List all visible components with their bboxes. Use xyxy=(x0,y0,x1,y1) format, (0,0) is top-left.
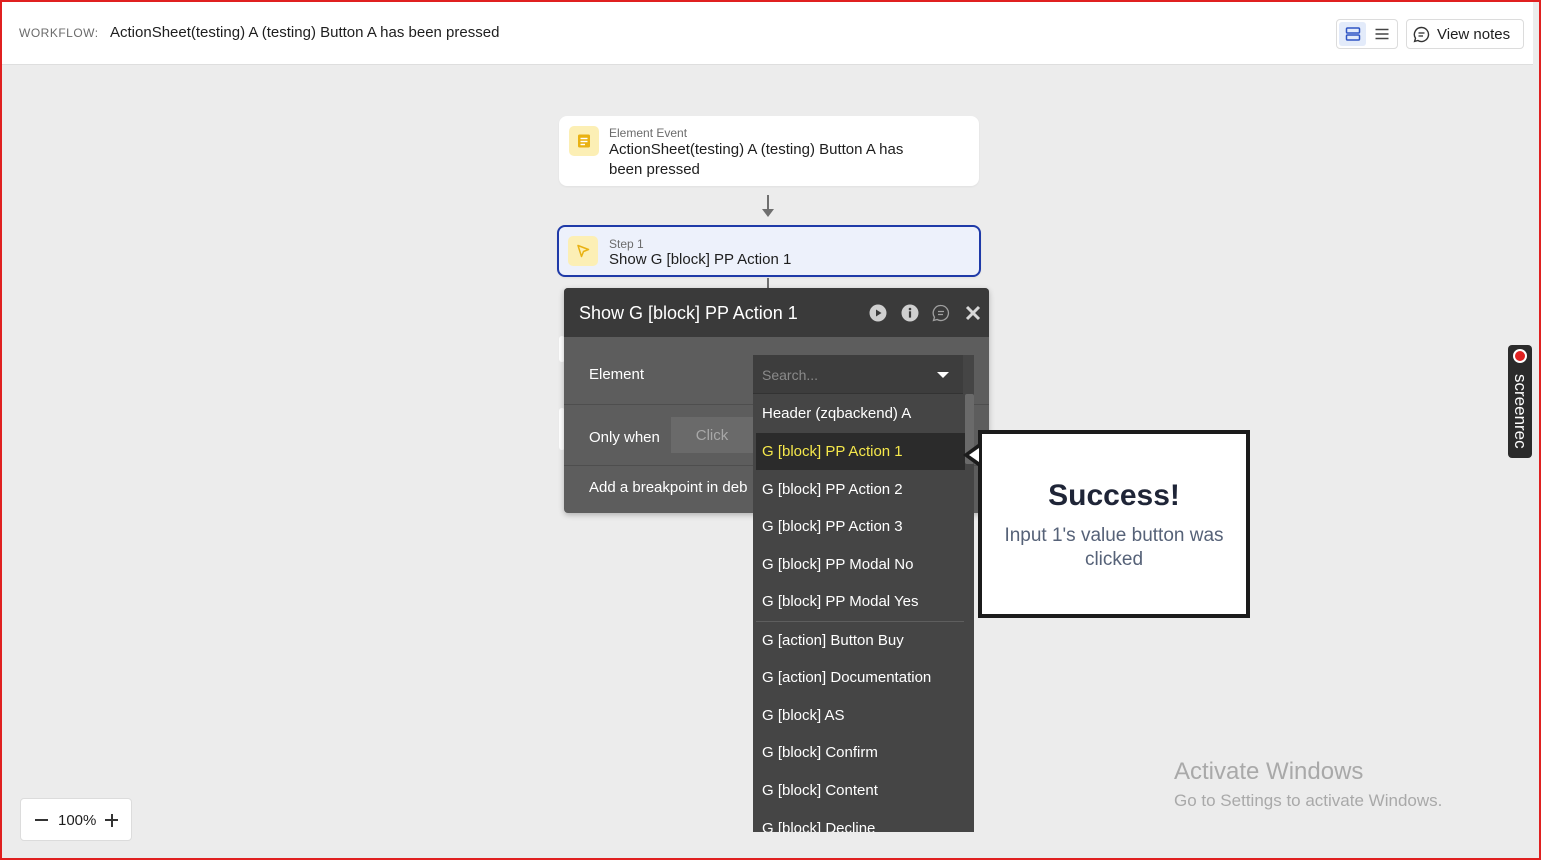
element-dropdown: Search... Header (zqbackend) A G [block]… xyxy=(753,355,974,832)
dropdown-item-selected[interactable]: G [block] PP Action 1 xyxy=(756,433,965,470)
event-card[interactable]: Element Event ActionSheet(testing) A (te… xyxy=(559,116,979,186)
card-view-icon xyxy=(1345,27,1360,41)
dropdown-item[interactable]: G [block] PP Modal Yes xyxy=(753,583,965,620)
screenrec-widget[interactable]: screenrec xyxy=(1508,345,1532,458)
view-notes-button[interactable]: View notes xyxy=(1406,19,1524,49)
cursor-icon xyxy=(577,244,590,258)
list-view-button[interactable] xyxy=(1368,22,1395,46)
document-icon xyxy=(578,134,590,148)
zoom-level: 100% xyxy=(58,812,97,829)
step-icon-box xyxy=(568,236,598,266)
event-kicker: Element Event xyxy=(609,126,688,140)
zoom-in-icon[interactable] xyxy=(110,813,113,827)
dropdown-item[interactable]: G [block] PP Action 2 xyxy=(753,471,965,508)
breakpoint-label: Add a breakpoint in deb xyxy=(589,479,748,496)
dropdown-item[interactable]: Header (zqbackend) A xyxy=(753,395,965,432)
flow-arrow-head xyxy=(762,209,774,217)
info-icon[interactable] xyxy=(901,304,919,322)
event-icon-box xyxy=(569,126,599,156)
view-toggle xyxy=(1336,19,1398,49)
step-kicker: Step 1 xyxy=(609,237,644,251)
screenrec-label: screenrec xyxy=(1511,373,1530,449)
dropdown-item[interactable]: G [block] Confirm xyxy=(753,734,965,771)
dropdown-item[interactable]: G [block] PP Modal No xyxy=(753,546,965,583)
event-title: ActionSheet(testing) A (testing) Button … xyxy=(609,141,904,178)
panel-title: Show G [block] PP Action 1 xyxy=(579,303,798,323)
comment-icon[interactable] xyxy=(932,304,950,322)
chevron-down-icon[interactable] xyxy=(937,372,949,378)
panel-header: Show G [block] PP Action 1 xyxy=(564,288,989,337)
only-when-condition-field[interactable]: Click xyxy=(671,417,753,453)
only-when-label: Only when xyxy=(589,429,660,446)
toast-message: Input 1's value button was clicked xyxy=(1004,525,1224,570)
record-icon xyxy=(1513,349,1527,363)
card-view-button[interactable] xyxy=(1339,22,1366,46)
dropdown-item[interactable]: G [block] PP Action 3 xyxy=(753,508,965,545)
toast-pointer-inner xyxy=(969,448,979,462)
dropdown-item[interactable]: G [block] AS xyxy=(753,697,965,734)
dropdown-item[interactable]: G [block] Content xyxy=(753,772,965,809)
dropdown-item[interactable]: G [action] Button Buy xyxy=(753,622,965,659)
list-view-icon xyxy=(1375,28,1388,40)
comment-icon xyxy=(1413,26,1430,42)
dropdown-item[interactable]: G [block] Decline xyxy=(753,810,965,832)
success-toast: Success! Input 1's value button was clic… xyxy=(978,430,1250,618)
element-label: Element xyxy=(589,366,645,383)
zoom-control: 100% xyxy=(20,798,132,841)
element-search-input[interactable]: Search... xyxy=(753,355,963,394)
activate-windows-title: Activate Windows xyxy=(1174,758,1364,785)
search-placeholder: Search... xyxy=(762,367,819,383)
close-icon[interactable] xyxy=(964,304,982,322)
dropdown-item[interactable]: G [action] Documentation xyxy=(753,659,965,696)
workflow-header: WORKFLOW: ActionSheet(testing) A (testin… xyxy=(2,2,1533,65)
activate-windows-subtitle: Go to Settings to activate Windows. xyxy=(1174,791,1443,810)
flow-connector xyxy=(767,278,769,288)
toast-title: Success! xyxy=(1048,479,1180,512)
workflow-title: ActionSheet(testing) A (testing) Button … xyxy=(110,24,500,41)
zoom-out-icon[interactable] xyxy=(35,819,48,821)
step-title: Show G [block] PP Action 1 xyxy=(609,251,792,268)
view-notes-label: View notes xyxy=(1437,25,1511,43)
step-card[interactable]: Step 1 Show G [block] PP Action 1 xyxy=(557,225,981,277)
play-icon[interactable] xyxy=(869,304,887,322)
workflow-label: WORKFLOW: xyxy=(19,26,99,40)
